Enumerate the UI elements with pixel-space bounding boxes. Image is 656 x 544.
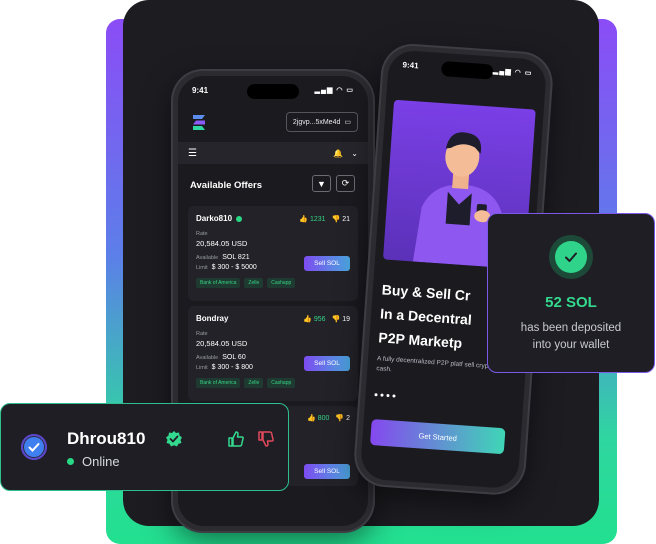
refresh-icon: ⟳ [341,178,350,188]
wallet-icon: ▭ [344,119,351,126]
bell-icon[interactable]: 🔔 [333,149,343,158]
payment-chip: Bank of America [196,278,241,288]
payment-chip: Cashapp [267,378,296,388]
get-started-button[interactable]: Get Started [369,418,506,455]
username: Dhrou810 [67,429,146,448]
section-title: Available Offers [190,180,262,191]
offer-username: Bondray [196,314,229,323]
available-value: SOL 821 [222,254,250,261]
limit-label: Limit [196,265,208,271]
status-time: 9:41 [192,86,209,95]
rate-label: Rate [196,331,208,337]
rating-buttons [227,430,275,448]
available-row: Available SOL 821 [196,254,257,261]
thumbs-down-icon: 👎 19 [331,315,350,323]
rate-label: Rate [196,231,208,237]
filter-icon: ▼ [317,178,326,189]
offer-votes: 👍 800 👎 2 [307,414,350,422]
verified-badge-icon [24,437,44,457]
deposit-message-line: has been deposited [520,322,622,334]
offer-card: Darko810 👍 1231 👎 21 Rate 20,584.05 USD … [188,206,358,301]
offer-user[interactable]: Bondray [196,314,228,323]
status-label: Online [82,454,120,469]
limit-label: Limit [196,365,208,371]
chevron-down-icon[interactable]: ⌄ [351,149,358,158]
status-icons: ▂▄▆ ◠ ▭ [314,87,354,94]
menu-icon[interactable]: ☰ [188,148,197,159]
status-icons: ▂▄▆ ◠ ▭ [492,67,533,78]
deposit-notification: 52 SOL has been deposited into your wall… [487,213,655,373]
like-count: 956 [313,315,326,323]
payment-methods: Bank of America Zelle Cashapp [196,378,350,388]
thumbs-down-icon: 👎 21 [331,215,350,223]
pager-dots[interactable] [374,393,396,398]
sell-sol-button[interactable]: Sell SOL [304,256,350,271]
available-row: Available SOL 60 [196,354,253,361]
offer-votes: 👍 956 👎 19 [303,315,350,323]
refresh-button[interactable]: ⟳ [336,175,355,192]
available-label: Available [196,255,219,261]
thumbs-up-icon[interactable] [227,430,245,448]
success-badge [549,235,593,279]
offer-username: Darko810 [196,214,233,223]
deposit-message-line: into your wallet [532,339,610,351]
online-status: Online [67,454,120,469]
thumbs-up-icon: 👍 800 [307,415,330,422]
thumbs-down-icon: 👎 2 [335,415,350,422]
wallet-address-button[interactable]: 2jgvp...5xMe4d ▭ [285,112,358,132]
sell-sol-button[interactable]: Sell SOL [304,464,350,479]
like-count: 800 [317,415,330,422]
online-dot-icon [67,458,74,465]
payment-chip: Zelle [244,378,264,388]
checkmark-icon [555,241,587,273]
avatar[interactable] [15,428,53,466]
limit-row: Limit $ 300 - $ 5000 [196,264,257,271]
status-time: 9:41 [402,60,419,71]
wallet-address: 2jgvp...5xMe4d [292,118,341,126]
logo-icon[interactable] [190,112,208,132]
payment-chip: Cashapp [267,278,296,288]
like-count: 1231 [309,215,326,223]
verified-icon [236,215,243,222]
payment-methods: Bank of America Zelle Cashapp [196,278,350,288]
payment-chip: Bank of America [196,378,241,388]
dislike-count: 2 [346,415,350,422]
notifications-area[interactable]: 🔔 ⌄ [333,149,358,158]
rate-value: 20,584.05 USD [196,239,248,248]
offer-user[interactable]: Darko810 [196,214,243,223]
payment-chip: Zelle [244,278,264,288]
dislike-count: 19 [342,315,350,323]
limit-row: Limit $ 300 - $ 800 [196,364,253,371]
available-value: SOL 60 [222,354,246,361]
filter-button[interactable]: ▼ [312,175,331,192]
thumbs-up-icon: 👍 1231 [299,215,326,223]
thumbs-down-icon[interactable] [257,430,275,448]
sell-sol-button[interactable]: Sell SOL [304,356,350,371]
nav-bar: ☰ 🔔 ⌄ [178,142,368,164]
deposit-message: has been deposited into your wallet [488,320,654,354]
deposit-amount: 52 SOL [545,294,597,311]
dislike-count: 21 [342,215,350,223]
offer-card: Bondray 👍 956 👎 19 Rate 20,584.05 USD Av… [188,306,358,401]
available-label: Available [196,355,219,361]
rate-value: 20,584.05 USD [196,339,248,348]
offer-votes: 👍 1231 👎 21 [299,215,350,223]
status-bar: 9:41 ▂▄▆ ◠ ▭ [192,86,354,98]
verified-icon [165,430,183,453]
limit-value: $ 300 - $ 5000 [211,264,257,271]
user-status-card: Dhrou810 Online [0,403,289,491]
thumbs-up-icon: 👍 956 [303,315,326,323]
limit-value: $ 300 - $ 800 [211,364,253,371]
